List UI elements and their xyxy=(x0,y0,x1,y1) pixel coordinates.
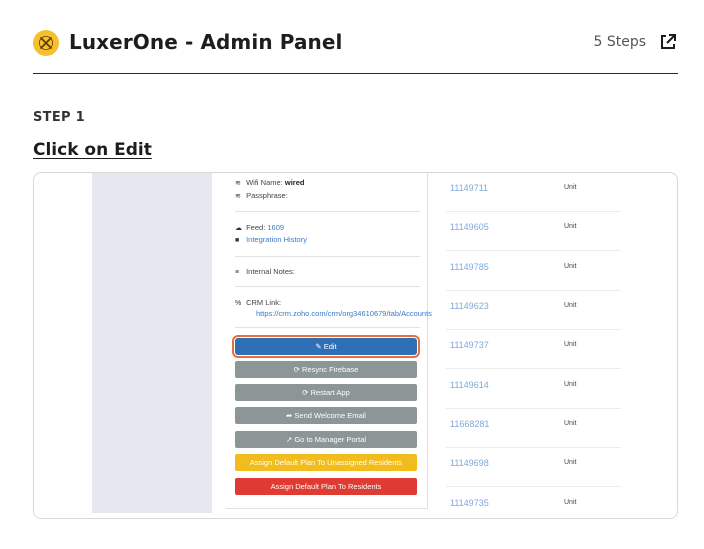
unit-id[interactable]: 11149605 xyxy=(450,222,489,232)
page-title: LuxerOne - Admin Panel xyxy=(69,30,343,54)
unit-label: Unit xyxy=(564,184,577,191)
step-number: STEP 1 xyxy=(33,110,86,125)
cloud-icon: ☁ xyxy=(235,225,242,232)
refresh-icon: ⟳ xyxy=(293,365,303,374)
unit-label: Unit xyxy=(564,499,577,506)
unit-label: Unit xyxy=(564,302,577,309)
send-welcome-email-button[interactable]: ➦ Send Welcome Email xyxy=(235,407,417,424)
unit-id[interactable]: 11149614 xyxy=(450,380,489,390)
unit-label: Unit xyxy=(564,263,577,270)
step-screenshot: ≋ Wifi Name: wired ≋ Passphrase: ☁ Feed:… xyxy=(33,172,678,519)
pencil-icon: ✎ xyxy=(315,342,324,351)
unit-label: Unit xyxy=(564,381,577,388)
file-icon: ■ xyxy=(235,237,240,244)
passphrase-field: ≋ Passphrase: xyxy=(235,191,288,200)
details-panel: ≋ Wifi Name: wired ≋ Passphrase: ☁ Feed:… xyxy=(226,173,432,509)
list-item[interactable]: 11149785 Unit xyxy=(446,252,621,291)
edit-button[interactable]: ✎ Edit xyxy=(232,335,420,358)
list-item[interactable]: 11149711 Unit xyxy=(446,173,621,212)
list-item[interactable]: 11149698 Unit xyxy=(446,448,621,487)
crm-link-url[interactable]: https://crm.zoho.com/crm/org34610679/tab… xyxy=(256,309,432,318)
wifi-icon: ≋ xyxy=(235,193,241,200)
list-item[interactable]: 11668281 Unit xyxy=(446,409,621,448)
wifi-name-field: ≋ Wifi Name: wired xyxy=(235,178,305,187)
list-item[interactable]: 11149735 Unit xyxy=(446,488,621,518)
unit-label: Unit xyxy=(564,223,577,230)
refresh-icon: ⟳ xyxy=(302,388,311,397)
divider xyxy=(235,256,420,257)
unit-id[interactable]: 11149623 xyxy=(450,301,489,311)
share-icon: ➦ xyxy=(286,411,295,420)
unit-id[interactable]: 11149698 xyxy=(450,458,489,468)
crm-link-field: % CRM Link: xyxy=(235,298,282,307)
assign-default-residents-button[interactable]: Assign Default Plan To Residents xyxy=(235,478,417,495)
integration-history-link[interactable]: Integration History xyxy=(246,235,307,244)
unit-label: Unit xyxy=(564,459,577,466)
divider xyxy=(235,327,420,328)
list-item[interactable]: 11149605 Unit xyxy=(446,212,621,251)
divider xyxy=(235,286,420,287)
integration-history-field: ■ Integration History xyxy=(235,235,307,244)
list-item[interactable]: 11149737 Unit xyxy=(446,330,621,369)
external-link-icon[interactable] xyxy=(658,32,678,52)
wifi-icon: ≋ xyxy=(235,180,241,187)
unit-id[interactable]: 11149737 xyxy=(450,340,489,350)
list-icon: ≡ xyxy=(235,269,240,276)
sidebar xyxy=(92,173,212,513)
resync-firebase-button[interactable]: ⟳ Resync Firebase xyxy=(235,361,417,378)
step-title: Click on Edit xyxy=(33,140,152,160)
unit-label: Unit xyxy=(564,420,577,427)
internal-notes-field: ≡ Internal Notes: xyxy=(235,267,295,276)
feed-link[interactable]: 1609 xyxy=(267,223,284,232)
divider xyxy=(235,211,420,212)
luxer-x-logo-icon xyxy=(33,30,59,56)
restart-app-button[interactable]: ⟳ Restart App xyxy=(235,384,417,401)
list-item[interactable]: 11149623 Unit xyxy=(446,291,621,330)
guide-header: LuxerOne - Admin Panel 5 Steps xyxy=(33,28,678,74)
external-link-icon: ↗ xyxy=(285,435,295,444)
unit-id[interactable]: 11149785 xyxy=(450,262,489,272)
list-item[interactable]: 11149614 Unit xyxy=(446,370,621,409)
unit-id[interactable]: 11149735 xyxy=(450,498,489,508)
assign-default-unassigned-button[interactable]: Assign Default Plan To Unassigned Reside… xyxy=(235,454,417,471)
unit-label: Unit xyxy=(564,341,577,348)
manager-portal-button[interactable]: ↗ Go to Manager Portal xyxy=(235,431,417,448)
link-icon: % xyxy=(235,300,242,307)
steps-count: 5 Steps xyxy=(593,34,646,50)
unit-id[interactable]: 11668281 xyxy=(450,419,489,429)
unit-id[interactable]: 11149711 xyxy=(450,183,488,193)
feed-field: ☁ Feed: 1609 xyxy=(235,223,285,232)
